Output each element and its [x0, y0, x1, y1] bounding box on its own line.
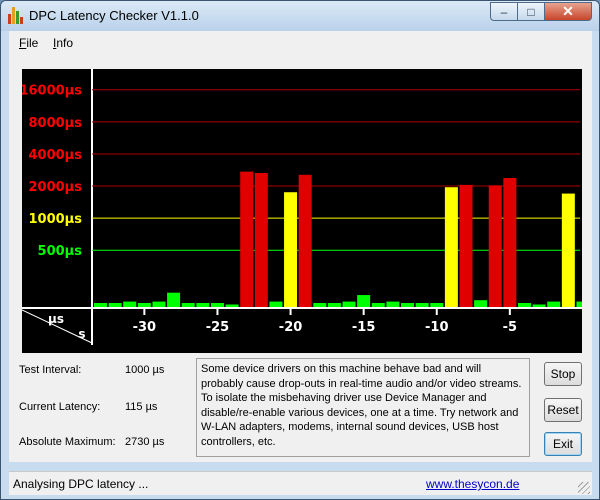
latency-chart: 500µs 1000µs 2000µs 4000µs 8000µs 16000µs -30… — [22, 69, 582, 353]
latency-bar — [561, 193, 575, 307]
latency-bar — [327, 303, 341, 307]
latency-bar — [503, 177, 517, 307]
latency-bar — [459, 184, 473, 307]
close-icon: ✕ — [562, 3, 574, 19]
y-tick-label: 8000µs — [29, 116, 83, 131]
latency-bar — [371, 303, 385, 307]
window-frame-bottom — [1, 495, 599, 499]
latency-bar — [284, 192, 298, 307]
app-window: DPC Latency Checker V1.1.0 – □ ✕ File In… — [0, 0, 600, 500]
latency-bar — [298, 174, 312, 307]
resize-grip-icon[interactable] — [578, 482, 590, 494]
latency-bar — [547, 301, 561, 307]
latency-bar — [196, 303, 210, 307]
latency-bar — [152, 301, 166, 307]
latency-bar — [181, 303, 195, 307]
absolute-maximum-value: 2730 µs — [125, 436, 165, 448]
status-bar: Analysing DPC latency ... www.thesycon.d… — [9, 471, 592, 496]
latency-bar — [415, 303, 429, 307]
title-bar[interactable]: DPC Latency Checker V1.1.0 – □ ✕ — [1, 1, 599, 31]
y-tick-label: 4000µs — [29, 148, 83, 163]
description-text: Some device drivers on this machine beha… — [196, 358, 530, 457]
menu-bar: File Info — [9, 31, 592, 55]
menu-info[interactable]: Info — [53, 36, 73, 50]
y-unit-label: µs — [48, 312, 64, 326]
thesycon-link[interactable]: www.thesycon.de — [426, 477, 519, 491]
x-tick-label: -30 — [133, 320, 157, 335]
y-tick-label: 16000µs — [22, 84, 82, 99]
latency-bar — [386, 301, 400, 307]
latency-bar — [108, 303, 122, 307]
latency-bar — [517, 303, 531, 307]
latency-bar — [167, 292, 181, 307]
latency-bar — [357, 295, 371, 307]
absolute-maximum-label: Absolute Maximum: — [19, 436, 116, 448]
reset-button[interactable]: Reset — [544, 398, 582, 422]
x-unit-label: s — [78, 327, 85, 341]
latency-bar — [254, 173, 268, 307]
x-tick-label: -25 — [206, 320, 230, 335]
latency-bar — [401, 303, 415, 307]
x-tick-label: -15 — [352, 320, 376, 335]
test-interval-label: Test Interval: — [19, 364, 82, 376]
latency-bar — [269, 301, 283, 307]
latency-bar — [444, 187, 458, 307]
test-interval-value: 1000 µs — [125, 364, 165, 376]
latency-bar — [342, 301, 356, 307]
latency-bar — [430, 303, 444, 307]
menu-file[interactable]: File — [19, 36, 38, 50]
x-tick-label: -5 — [503, 320, 517, 335]
y-tick-label: 1000µs — [29, 212, 83, 227]
stop-button[interactable]: Stop — [544, 362, 582, 386]
latency-bar — [123, 301, 137, 307]
latency-bar — [488, 185, 502, 307]
exit-button[interactable]: Exit — [544, 432, 582, 456]
status-text: Analysing DPC latency ... — [13, 477, 149, 491]
current-latency-value: 115 µs — [125, 401, 158, 413]
latency-bar — [313, 303, 327, 307]
bar-chart-icon — [8, 7, 24, 24]
close-button[interactable]: ✕ — [545, 2, 592, 21]
latency-bar — [225, 304, 239, 307]
latency-bar — [240, 171, 254, 307]
client-area: File Info 500µs 1000µs 2000µs 4000µs 8000µs 1… — [9, 31, 592, 462]
minimize-icon: – — [500, 4, 508, 19]
latency-bar — [210, 303, 224, 307]
latency-bar — [532, 304, 546, 307]
latency-bar — [576, 301, 582, 307]
latency-bar — [137, 303, 151, 307]
latency-bar — [94, 303, 107, 307]
current-latency-label: Current Latency: — [19, 401, 101, 413]
window-title: DPC Latency Checker V1.1.0 — [29, 8, 199, 23]
maximize-icon: □ — [527, 4, 535, 19]
x-tick-label: -20 — [279, 320, 303, 335]
y-tick-label: 500µs — [38, 244, 83, 259]
minimize-button[interactable]: – — [490, 2, 518, 21]
y-tick-label: 2000µs — [29, 180, 83, 195]
maximize-button[interactable]: □ — [518, 2, 545, 21]
x-tick-label: -10 — [425, 320, 449, 335]
latency-bar — [474, 300, 488, 307]
